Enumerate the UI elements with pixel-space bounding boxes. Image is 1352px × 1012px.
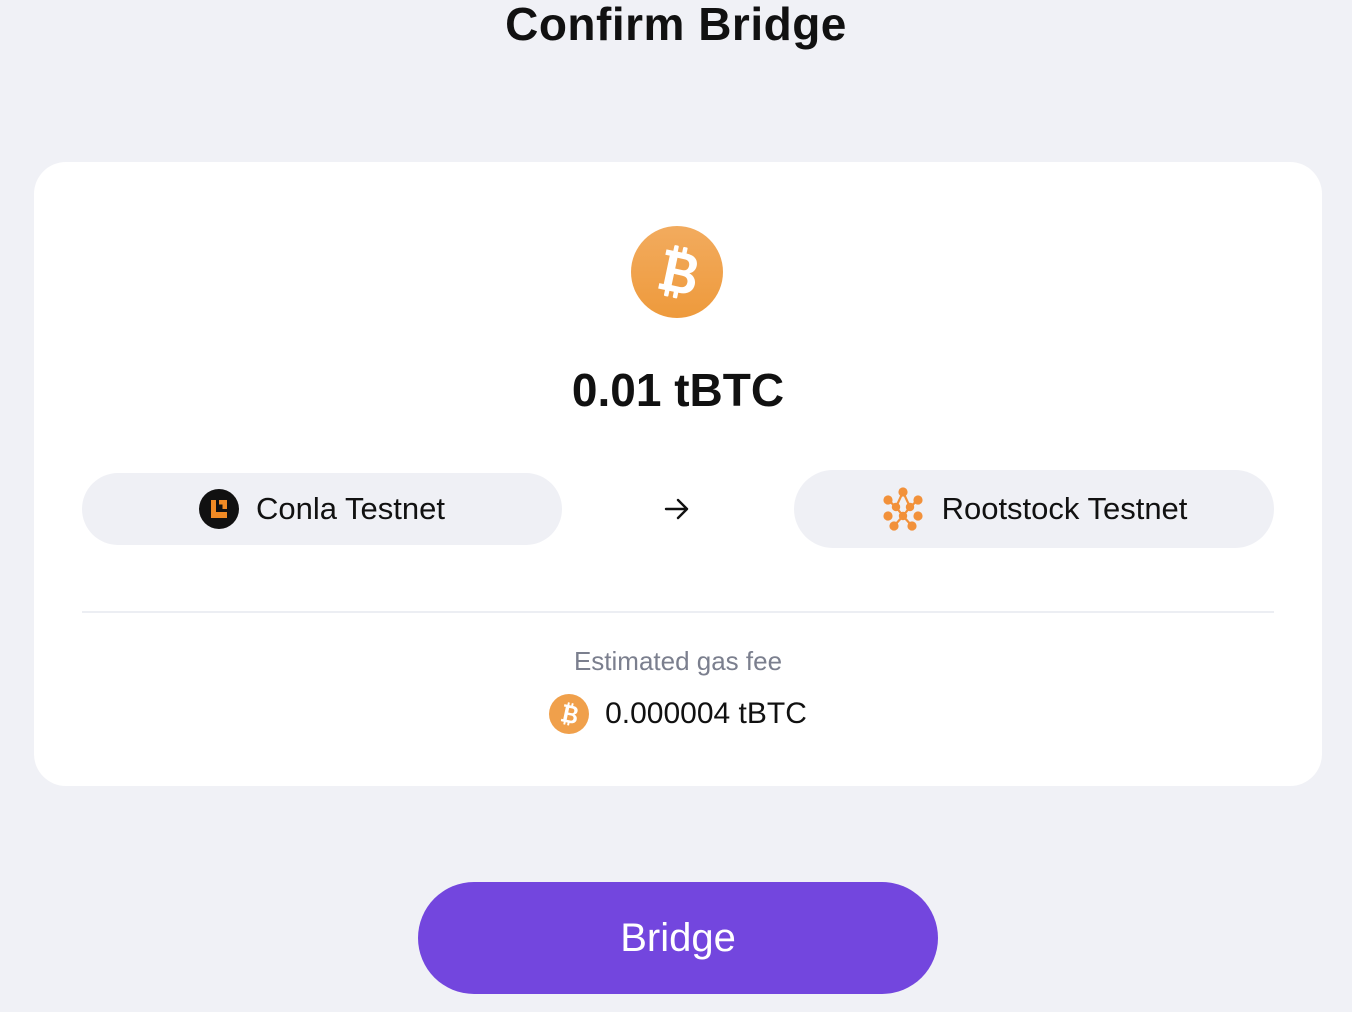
bridge-button[interactable]: Bridge: [418, 882, 938, 994]
bridge-amount: 0.01 tBTC: [571, 364, 785, 416]
gas-fee-value: 0.000004 tBTC: [605, 697, 807, 730]
bitcoin-icon: [549, 694, 590, 734]
source-chain-pill: Conla Testnet: [82, 473, 562, 545]
source-chain-label: Conla Testnet: [256, 491, 445, 526]
page-title: Confirm Bridge: [505, 0, 847, 50]
arrow-right-icon: [664, 498, 689, 520]
estimated-gas-fee-label: Estimated gas fee: [573, 646, 783, 676]
destination-chain-pill: Rootstock Testnet: [794, 470, 1274, 548]
bridge-summary-card: 0.01 tBTC Conla Testnet Rootstock Testne…: [34, 162, 1322, 786]
bitcoin-icon: [631, 226, 723, 318]
conla-logo-icon: [199, 489, 239, 529]
rootstock-logo-icon: [882, 487, 923, 531]
confirm-bridge-page: Confirm Bridge 0.01 tBTC Conla Testnet R…: [0, 0, 1352, 1012]
gas-fee-row: 0.000004 tBTC: [34, 694, 1322, 734]
divider: [82, 611, 1274, 613]
destination-chain-label: Rootstock Testnet: [941, 491, 1188, 526]
